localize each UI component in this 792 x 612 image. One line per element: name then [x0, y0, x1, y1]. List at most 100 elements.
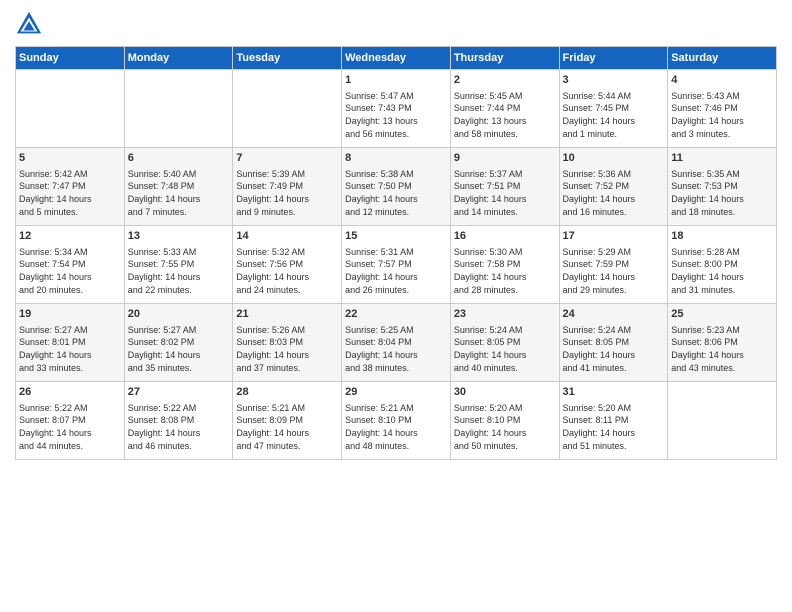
day-info: Sunrise: 5:43 AM Sunset: 7:46 PM Dayligh…	[671, 90, 773, 140]
day-number: 3	[563, 73, 665, 88]
day-info: Sunrise: 5:44 AM Sunset: 7:45 PM Dayligh…	[563, 90, 665, 140]
day-number: 26	[19, 385, 121, 400]
day-number: 16	[454, 229, 556, 244]
day-number: 17	[563, 229, 665, 244]
day-info: Sunrise: 5:47 AM Sunset: 7:43 PM Dayligh…	[345, 90, 447, 140]
day-info: Sunrise: 5:21 AM Sunset: 8:10 PM Dayligh…	[345, 402, 447, 452]
day-info: Sunrise: 5:29 AM Sunset: 7:59 PM Dayligh…	[563, 246, 665, 296]
calendar-day-cell: 6 Sunrise: 5:40 AM Sunset: 7:48 PM Daylig…	[124, 148, 233, 226]
weekday-header: Wednesday	[342, 47, 451, 70]
calendar-day-cell: 16 Sunrise: 5:30 AM Sunset: 7:58 PM Dayli…	[450, 226, 559, 304]
day-number: 18	[671, 229, 773, 244]
logo-icon	[15, 10, 43, 38]
calendar-week-row: 1 Sunrise: 5:47 AM Sunset: 7:43 PM Daylig…	[16, 70, 777, 148]
day-number: 10	[563, 151, 665, 166]
day-number: 20	[128, 307, 230, 322]
calendar-day-cell	[233, 70, 342, 148]
day-number: 14	[236, 229, 338, 244]
calendar-day-cell: 31 Sunrise: 5:20 AM Sunset: 8:11 PM Dayli…	[559, 382, 668, 460]
day-info: Sunrise: 5:37 AM Sunset: 7:51 PM Dayligh…	[454, 168, 556, 218]
day-info: Sunrise: 5:20 AM Sunset: 8:10 PM Dayligh…	[454, 402, 556, 452]
calendar-table: SundayMondayTuesdayWednesdayThursdayFrid…	[15, 46, 777, 460]
calendar-day-cell: 10 Sunrise: 5:36 AM Sunset: 7:52 PM Dayli…	[559, 148, 668, 226]
calendar-day-cell: 18 Sunrise: 5:28 AM Sunset: 8:00 PM Dayli…	[668, 226, 777, 304]
day-number: 19	[19, 307, 121, 322]
weekday-header: Friday	[559, 47, 668, 70]
calendar-day-cell: 3 Sunrise: 5:44 AM Sunset: 7:45 PM Daylig…	[559, 70, 668, 148]
calendar-day-cell: 29 Sunrise: 5:21 AM Sunset: 8:10 PM Dayli…	[342, 382, 451, 460]
day-info: Sunrise: 5:21 AM Sunset: 8:09 PM Dayligh…	[236, 402, 338, 452]
day-number: 11	[671, 151, 773, 166]
calendar-day-cell: 20Sunrise: 5:27 AM Sunset: 8:02 PM Dayli…	[124, 304, 233, 382]
calendar-header-row: SundayMondayTuesdayWednesdayThursdayFrid…	[16, 47, 777, 70]
day-info: Sunrise: 5:39 AM Sunset: 7:49 PM Dayligh…	[236, 168, 338, 218]
calendar-day-cell: 23 Sunrise: 5:24 AM Sunset: 8:05 PM Dayli…	[450, 304, 559, 382]
calendar-day-cell: 28Sunrise: 5:21 AM Sunset: 8:09 PM Dayli…	[233, 382, 342, 460]
day-info: Sunrise: 5:32 AM Sunset: 7:56 PM Dayligh…	[236, 246, 338, 296]
calendar-day-cell: 11 Sunrise: 5:35 AM Sunset: 7:53 PM Dayli…	[668, 148, 777, 226]
calendar-day-cell: 7Sunrise: 5:39 AM Sunset: 7:49 PM Daylig…	[233, 148, 342, 226]
day-number: 13	[128, 229, 230, 244]
calendar-day-cell: 30 Sunrise: 5:20 AM Sunset: 8:10 PM Dayli…	[450, 382, 559, 460]
day-info: Sunrise: 5:22 AM Sunset: 8:07 PM Dayligh…	[19, 402, 121, 452]
day-info: Sunrise: 5:34 AM Sunset: 7:54 PM Dayligh…	[19, 246, 121, 296]
calendar-day-cell: 26 Sunrise: 5:22 AM Sunset: 8:07 PM Dayli…	[16, 382, 125, 460]
calendar-day-cell: 4 Sunrise: 5:43 AM Sunset: 7:46 PM Daylig…	[668, 70, 777, 148]
day-number: 25	[671, 307, 773, 322]
page-container: SundayMondayTuesdayWednesdayThursdayFrid…	[0, 0, 792, 470]
calendar-day-cell: 13 Sunrise: 5:33 AM Sunset: 7:55 PM Dayli…	[124, 226, 233, 304]
day-info: Sunrise: 5:24 AM Sunset: 8:05 PM Dayligh…	[563, 324, 665, 374]
day-number: 23	[454, 307, 556, 322]
weekday-header: Monday	[124, 47, 233, 70]
day-info: Sunrise: 5:31 AM Sunset: 7:57 PM Dayligh…	[345, 246, 447, 296]
day-number: 4	[671, 73, 773, 88]
day-info: Sunrise: 5:28 AM Sunset: 8:00 PM Dayligh…	[671, 246, 773, 296]
calendar-day-cell: 22 Sunrise: 5:25 AM Sunset: 8:04 PM Dayli…	[342, 304, 451, 382]
day-number: 22	[345, 307, 447, 322]
day-info: Sunrise: 5:35 AM Sunset: 7:53 PM Dayligh…	[671, 168, 773, 218]
day-info: Sunrise: 5:27 AM Sunset: 8:01 PM Dayligh…	[19, 324, 121, 374]
day-number: 27	[128, 385, 230, 400]
day-info: Sunrise: 5:22 AM Sunset: 8:08 PM Dayligh…	[128, 402, 230, 452]
calendar-day-cell: 2 Sunrise: 5:45 AM Sunset: 7:44 PM Daylig…	[450, 70, 559, 148]
day-info: Sunrise: 5:30 AM Sunset: 7:58 PM Dayligh…	[454, 246, 556, 296]
calendar-day-cell: 24 Sunrise: 5:24 AM Sunset: 8:05 PM Dayli…	[559, 304, 668, 382]
weekday-header: Tuesday	[233, 47, 342, 70]
day-info: Sunrise: 5:36 AM Sunset: 7:52 PM Dayligh…	[563, 168, 665, 218]
day-number: 30	[454, 385, 556, 400]
day-number: 5	[19, 151, 121, 166]
day-info: Sunrise: 5:42 AM Sunset: 7:47 PM Dayligh…	[19, 168, 121, 218]
day-info: Sunrise: 5:45 AM Sunset: 7:44 PM Dayligh…	[454, 90, 556, 140]
calendar-week-row: 5 Sunrise: 5:42 AM Sunset: 7:47 PM Daylig…	[16, 148, 777, 226]
calendar-day-cell: 19 Sunrise: 5:27 AM Sunset: 8:01 PM Dayli…	[16, 304, 125, 382]
weekday-header: Sunday	[16, 47, 125, 70]
day-info: Sunrise: 5:40 AM Sunset: 7:48 PM Dayligh…	[128, 168, 230, 218]
calendar-day-cell: 27 Sunrise: 5:22 AM Sunset: 8:08 PM Dayli…	[124, 382, 233, 460]
calendar-week-row: 12 Sunrise: 5:34 AM Sunset: 7:54 PM Dayli…	[16, 226, 777, 304]
calendar-day-cell	[668, 382, 777, 460]
day-info: Sunrise: 5:23 AM Sunset: 8:06 PM Dayligh…	[671, 324, 773, 374]
calendar-day-cell: 5 Sunrise: 5:42 AM Sunset: 7:47 PM Daylig…	[16, 148, 125, 226]
day-info: Sunrise: 5:25 AM Sunset: 8:04 PM Dayligh…	[345, 324, 447, 374]
logo	[15, 10, 45, 38]
day-info: Sunrise: 5:24 AM Sunset: 8:05 PM Dayligh…	[454, 324, 556, 374]
calendar-day-cell: 17 Sunrise: 5:29 AM Sunset: 7:59 PM Dayli…	[559, 226, 668, 304]
day-number: 24	[563, 307, 665, 322]
day-info: Sunrise: 5:38 AM Sunset: 7:50 PM Dayligh…	[345, 168, 447, 218]
day-number: 6	[128, 151, 230, 166]
day-info: Sunrise: 5:20 AM Sunset: 8:11 PM Dayligh…	[563, 402, 665, 452]
day-number: 2	[454, 73, 556, 88]
day-info: Sunrise: 5:33 AM Sunset: 7:55 PM Dayligh…	[128, 246, 230, 296]
day-number: 12	[19, 229, 121, 244]
calendar-day-cell: 14 Sunrise: 5:32 AM Sunset: 7:56 PM Dayli…	[233, 226, 342, 304]
calendar-week-row: 19 Sunrise: 5:27 AM Sunset: 8:01 PM Dayli…	[16, 304, 777, 382]
day-info: Sunrise: 5:26 AM Sunset: 8:03 PM Dayligh…	[236, 324, 338, 374]
calendar-day-cell: 9 Sunrise: 5:37 AM Sunset: 7:51 PM Daylig…	[450, 148, 559, 226]
calendar-day-cell: 1 Sunrise: 5:47 AM Sunset: 7:43 PM Daylig…	[342, 70, 451, 148]
day-number: 31	[563, 385, 665, 400]
day-number: 1	[345, 73, 447, 88]
calendar-day-cell: 25 Sunrise: 5:23 AM Sunset: 8:06 PM Dayli…	[668, 304, 777, 382]
day-number: 9	[454, 151, 556, 166]
day-number: 29	[345, 385, 447, 400]
calendar-day-cell: 15Sunrise: 5:31 AM Sunset: 7:57 PM Dayli…	[342, 226, 451, 304]
